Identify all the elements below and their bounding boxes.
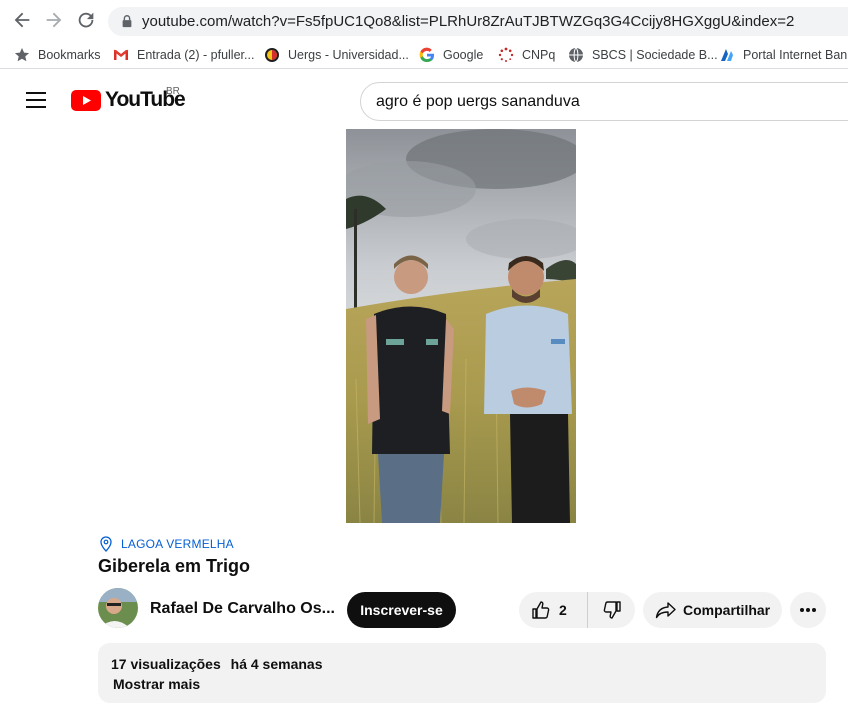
back-arrow-icon[interactable] — [11, 9, 33, 31]
bookmark-item[interactable]: SBCS | Sociedade B... — [568, 46, 718, 64]
browser-toolbar: youtube.com/watch?v=Fs5fpUC1Qo8&list=PLR… — [0, 0, 848, 40]
banrisul-icon — [721, 49, 733, 61]
bookmark-label: Bookmarks — [38, 48, 101, 62]
search-value[interactable]: agro é pop uergs sananduva — [376, 93, 580, 111]
gmail-icon — [113, 49, 129, 60]
bookmark-label: CNPq — [522, 48, 556, 62]
bookmark-label: Uergs - Universidad... — [288, 48, 409, 62]
bookmark-label: Google — [443, 48, 484, 62]
thumbs-up-icon — [532, 601, 550, 619]
view-count: 17 visualizações — [111, 656, 221, 672]
region-code: BR — [166, 86, 180, 97]
share-label: Compartilhar — [683, 602, 771, 618]
google-icon — [419, 47, 434, 63]
video-frame — [346, 129, 576, 523]
upload-date: há 4 semanas — [230, 656, 323, 672]
bookmark-item[interactable]: Entrada (2) - pfuller... — [113, 46, 254, 64]
bookmark-item[interactable]: Uergs - Universidad... — [264, 46, 409, 64]
bookmark-label: Portal Internet Banr... — [743, 48, 848, 62]
bookmark-item[interactable]: Portal Internet Banr... — [719, 46, 848, 64]
youtube-header: YouTube BR agro é pop uergs sananduva — [0, 70, 848, 128]
share-button[interactable]: Compartilhar — [643, 592, 782, 628]
forward-arrow-icon[interactable] — [43, 9, 65, 31]
video-meta: 17 visualizações há 4 semanas — [111, 656, 328, 672]
more-horizontal-icon — [800, 608, 816, 612]
share-icon — [655, 602, 676, 619]
description-box[interactable]: 17 visualizações há 4 semanas Mostrar ma… — [98, 643, 826, 703]
channel-avatar-image — [98, 588, 138, 628]
like-dislike-group: 2 — [519, 592, 635, 628]
star-icon — [14, 48, 30, 62]
hamburger-menu-icon[interactable] — [26, 92, 46, 108]
bookmark-item[interactable]: Google — [419, 46, 483, 64]
cnpq-icon — [498, 47, 514, 62]
bookmarks-bar: Bookmarks Entrada (2) - pfuller... Uergs… — [0, 40, 848, 69]
uergs-icon — [265, 48, 279, 62]
dislike-button[interactable] — [588, 592, 636, 628]
bookmark-item[interactable]: Bookmarks — [14, 46, 101, 64]
subscribe-button[interactable]: Inscrever-se — [347, 592, 456, 628]
like-count: 2 — [559, 602, 567, 618]
address-bar[interactable]: youtube.com/watch?v=Fs5fpUC1Qo8&list=PLR… — [108, 7, 848, 36]
lock-icon — [122, 15, 132, 28]
avatar[interactable] — [98, 588, 138, 628]
globe-icon — [569, 47, 583, 63]
bookmark-item[interactable]: CNPq — [498, 46, 555, 64]
video-player[interactable] — [346, 129, 576, 523]
video-title: Giberela em Trigo — [98, 556, 251, 576]
location-label: LAGOA VERMELHA — [121, 537, 234, 551]
reload-icon[interactable] — [75, 9, 97, 31]
like-button[interactable]: 2 — [519, 592, 588, 628]
channel-name[interactable]: Rafael De Carvalho Os... — [150, 600, 335, 618]
location-pin-icon — [100, 536, 112, 552]
bookmark-label: SBCS | Sociedade B... — [592, 48, 718, 62]
video-location[interactable]: LAGOA VERMELHA — [99, 536, 234, 552]
bookmark-label: Entrada (2) - pfuller... — [137, 48, 255, 62]
search-input[interactable]: agro é pop uergs sananduva — [360, 82, 848, 121]
show-more-link[interactable]: Mostrar mais — [113, 676, 200, 692]
youtube-play-icon — [71, 89, 101, 111]
more-actions-button[interactable] — [790, 592, 826, 628]
url-text[interactable]: youtube.com/watch?v=Fs5fpUC1Qo8&list=PLR… — [142, 13, 794, 30]
thumbs-down-icon — [603, 601, 621, 619]
